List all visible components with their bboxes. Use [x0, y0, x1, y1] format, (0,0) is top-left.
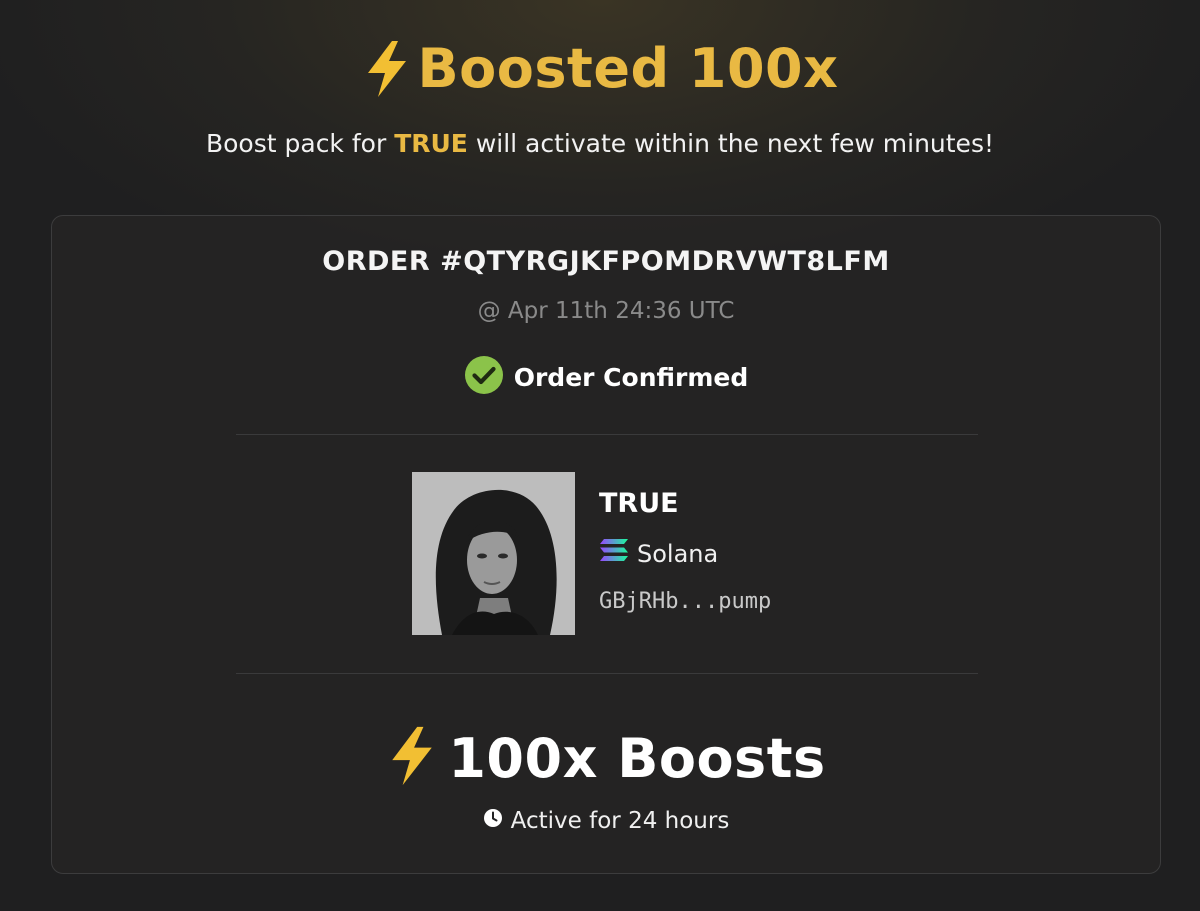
order-timestamp: @ Apr 11th 24:36 UTC	[477, 298, 735, 324]
boost-duration-label: Active for 24 hours	[510, 808, 730, 834]
token-address[interactable]: GBjRHb...pump	[599, 587, 771, 617]
check-circle-icon	[464, 355, 504, 399]
order-status-label: Order Confirmed	[513, 362, 749, 392]
token-chain: Solana	[599, 538, 771, 569]
lightning-bolt-icon	[362, 39, 412, 99]
solana-logo-icon	[599, 538, 629, 569]
order-card: ORDER #QTYRGJKFPOMDRVWT8LFM @ Apr 11th 2…	[51, 215, 1161, 874]
boost-duration: Active for 24 hours	[52, 808, 1160, 834]
token-avatar	[412, 472, 575, 635]
hero-title: Boosted 100x	[362, 30, 839, 108]
hero: Boosted 100x Boost pack for TRUE will ac…	[0, 30, 1200, 164]
hero-subtitle: Boost pack for TRUE will activate within…	[0, 124, 1200, 164]
divider	[236, 434, 978, 435]
hero-subtitle-after: will activate within the next few minute…	[467, 129, 994, 158]
token-summary: TRUE Solana GBjRHb...pump	[412, 472, 771, 635]
token-chain-label: Solana	[637, 539, 719, 568]
order-status: Order Confirmed	[52, 355, 1160, 399]
hero-title-text: Boosted 100x	[417, 37, 839, 100]
boost-amount-label: 100x Boosts	[448, 726, 826, 790]
token-info: TRUE Solana GBjRHb...pump	[599, 472, 771, 635]
hero-subtitle-before: Boost pack for	[205, 129, 395, 158]
clock-icon	[483, 808, 503, 834]
divider	[236, 673, 978, 674]
lightning-bolt-icon	[386, 724, 438, 792]
hero-subtitle-token: TRUE	[394, 129, 468, 158]
token-name: TRUE	[599, 488, 679, 519]
boost-amount: 100x Boosts	[52, 724, 1160, 792]
order-id: ORDER #QTYRGJKFPOMDRVWT8LFM	[322, 246, 890, 277]
